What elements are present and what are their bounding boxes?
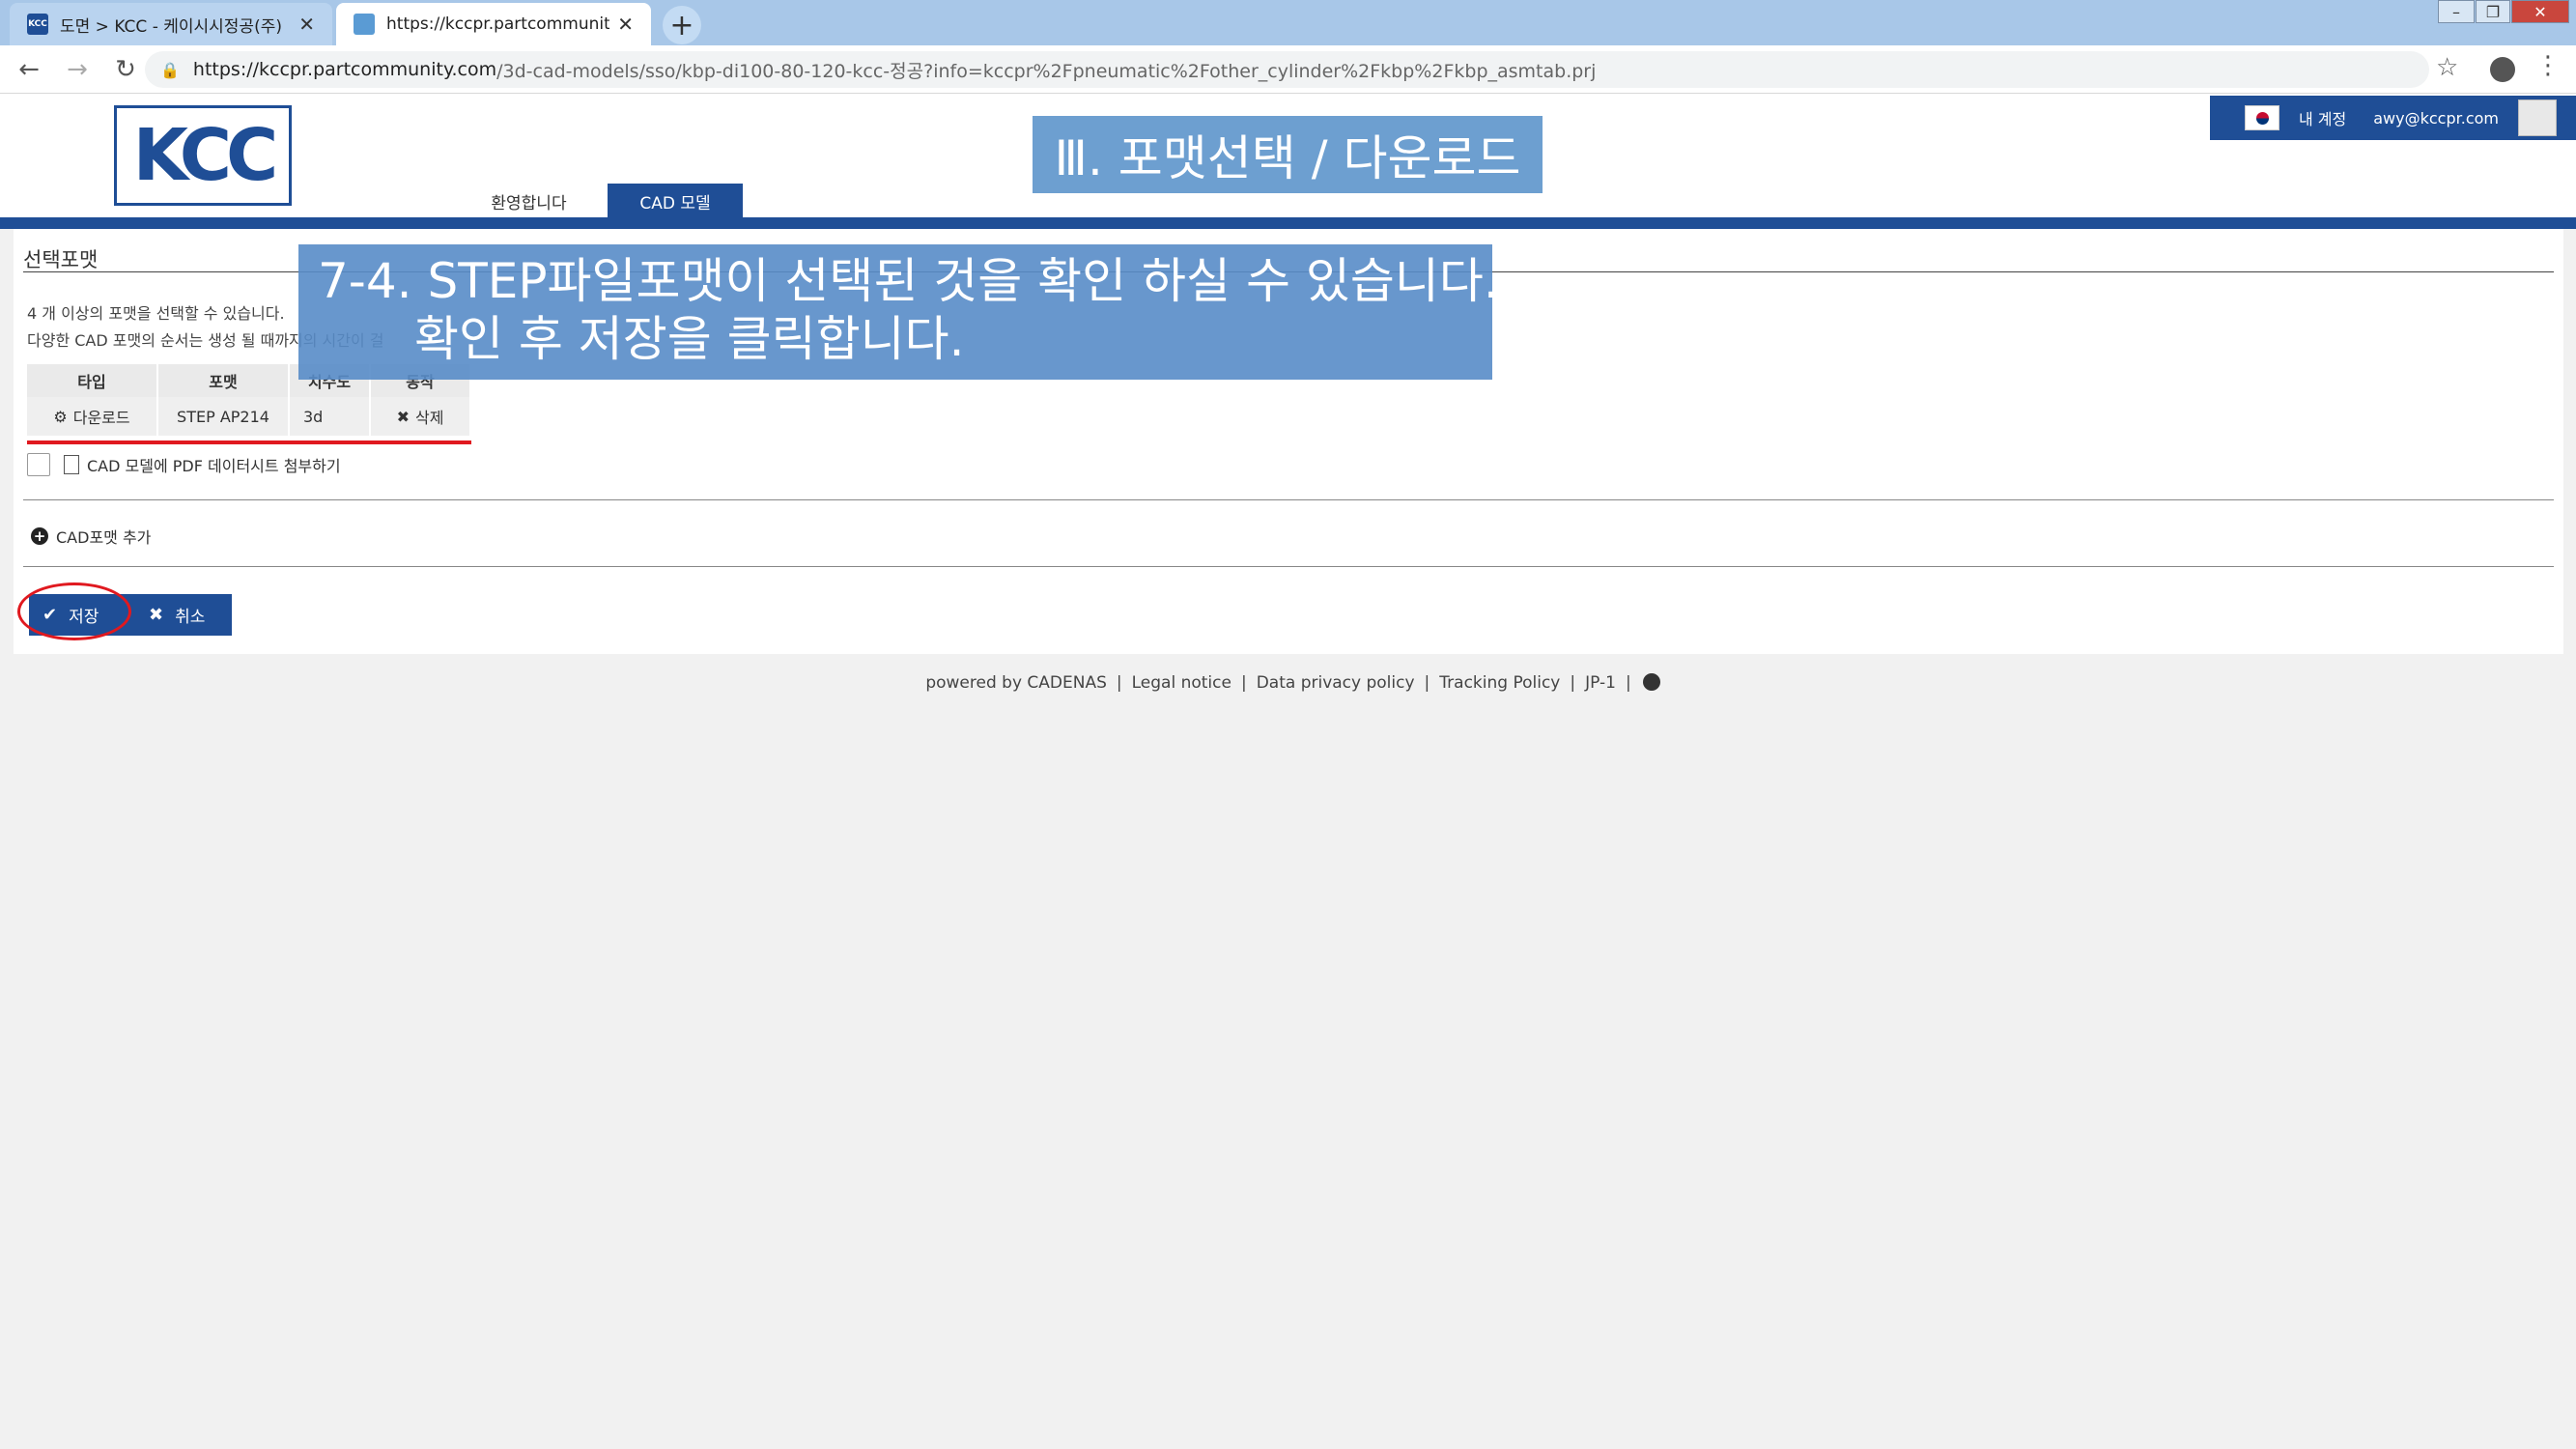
- footer-link-cadenas[interactable]: powered by CADENAS: [925, 673, 1107, 693]
- site-header: KCC 환영합니다 CAD 모델 내 계정 awy@kccpr.com Ⅲ. 포…: [0, 94, 2576, 218]
- document-icon: [64, 455, 79, 474]
- instruction-line: 확인 후 저장을 클릭합니다.: [414, 311, 965, 367]
- korea-flag-icon[interactable]: [2245, 105, 2279, 130]
- download-gear-icon: ⚙: [53, 407, 68, 426]
- footer-link-jp1[interactable]: JP-1: [1585, 673, 1616, 693]
- divider: [23, 566, 2554, 567]
- maximize-icon[interactable]: ❐: [2476, 0, 2510, 23]
- instruction-line: 7-4. STEP파일포맷이 선택된 것을 확인 하실 수 있습니다.: [318, 253, 1499, 309]
- add-format-label: CAD포맷 추가: [56, 528, 152, 547]
- page: KCC 환영합니다 CAD 모델 내 계정 awy@kccpr.com Ⅲ. 포…: [0, 94, 2576, 1449]
- close-icon[interactable]: ✕: [298, 13, 315, 36]
- tab-title: https://kccpr.partcommunity.com: [386, 14, 610, 34]
- globe-icon[interactable]: [1642, 673, 1660, 691]
- kebab-menu-icon[interactable]: ⋮: [2535, 51, 2561, 80]
- user-email[interactable]: awy@kccpr.com: [2373, 109, 2499, 128]
- footer-link-legal[interactable]: Legal notice: [1132, 673, 1231, 693]
- section-title: 선택포맷: [23, 248, 99, 271]
- url-input[interactable]: 🔒 https://kccpr.partcommunity.com/3d-cad…: [145, 51, 2429, 88]
- table-row: ⚙ 다운로드 STEP AP214 3d ✖ 삭제: [27, 397, 471, 436]
- forward-arrow-icon[interactable]: →: [58, 50, 97, 89]
- info-text: 4 개 이상의 포맷을 선택할 수 있습니다.: [27, 304, 285, 323]
- pdf-datasheet-checkbox[interactable]: [27, 453, 50, 476]
- delete-circle-icon: ✖: [396, 407, 410, 426]
- cancel-button[interactable]: ✖ 취소: [135, 594, 232, 636]
- tab-title: 도면 > KCC - 케이시시정공(주): [60, 16, 282, 37]
- header-format: 포맷: [158, 364, 290, 397]
- browser-tab-partcommunity[interactable]: https://kccpr.partcommunity.com ✕: [336, 3, 651, 45]
- plus-circle-icon: +: [31, 527, 48, 545]
- window-close-icon[interactable]: ✕: [2511, 0, 2569, 23]
- page-favicon-icon: [354, 14, 375, 35]
- dimension-cell: 3d: [290, 397, 371, 436]
- new-tab-button[interactable]: +: [663, 6, 701, 44]
- add-format-button[interactable]: + CAD포맷 추가: [31, 525, 151, 548]
- header-type: 타입: [27, 364, 158, 397]
- highlight-circle: [17, 582, 131, 640]
- footer: powered by CADENAS | Legal notice | Data p…: [0, 673, 2576, 693]
- profile-icon[interactable]: [2490, 57, 2515, 82]
- tab-cad-model[interactable]: CAD 모델: [608, 184, 743, 218]
- url-host: https://kccpr.partcommunity.com: [192, 59, 497, 80]
- pdf-datasheet-label: CAD 모델에 PDF 데이터시트 첨부하기: [87, 457, 341, 475]
- tab-welcome[interactable]: 환영합니다: [454, 184, 604, 218]
- bookmark-star-icon[interactable]: ☆: [2436, 53, 2458, 82]
- kcc-favicon-icon: KCC: [27, 14, 48, 35]
- format-cell: STEP AP214: [158, 397, 290, 436]
- back-arrow-icon[interactable]: ←: [10, 50, 48, 89]
- browser-tabbar: KCC 도면 > KCC - 케이시시정공(주) ✕ https://kccpr…: [0, 0, 2576, 45]
- reload-icon[interactable]: ↻: [106, 50, 145, 89]
- url-path: /3d-cad-models/sso/kbp-di100-80-120-kcc-…: [496, 60, 1597, 82]
- kcc-logo[interactable]: KCC: [114, 105, 292, 206]
- header-band: [0, 217, 2576, 229]
- avatar[interactable]: [2518, 99, 2557, 136]
- instruction-overlay: 7-4. STEP파일포맷이 선택된 것을 확인 하실 수 있습니다. 확인 후…: [298, 244, 1499, 380]
- close-icon[interactable]: ✕: [617, 13, 634, 36]
- lock-icon: 🔒: [160, 60, 180, 79]
- highlight-underline: [27, 440, 471, 444]
- type-cell: ⚙ 다운로드: [27, 397, 158, 436]
- divider: [23, 499, 2554, 500]
- footer-link-privacy[interactable]: Data privacy policy: [1257, 673, 1415, 693]
- x-icon: ✖: [149, 605, 164, 625]
- user-box: 내 계정 awy@kccpr.com: [2210, 96, 2576, 140]
- browser-tab-kcc[interactable]: KCC 도면 > KCC - 케이시시정공(주) ✕: [10, 3, 332, 45]
- minimize-icon[interactable]: –: [2438, 0, 2475, 23]
- pdf-datasheet-row: CAD 모델에 PDF 데이터시트 첨부하기: [27, 453, 341, 476]
- my-account-link[interactable]: 내 계정: [2299, 106, 2346, 129]
- footer-link-tracking[interactable]: Tracking Policy: [1439, 673, 1560, 693]
- address-bar: ← → ↻ 🔒 https://kccpr.partcommunity.com /…: [0, 45, 2576, 94]
- delete-button[interactable]: ✖ 삭제: [371, 397, 471, 436]
- step-banner: Ⅲ. 포맷선택 / 다운로드: [1033, 116, 1543, 193]
